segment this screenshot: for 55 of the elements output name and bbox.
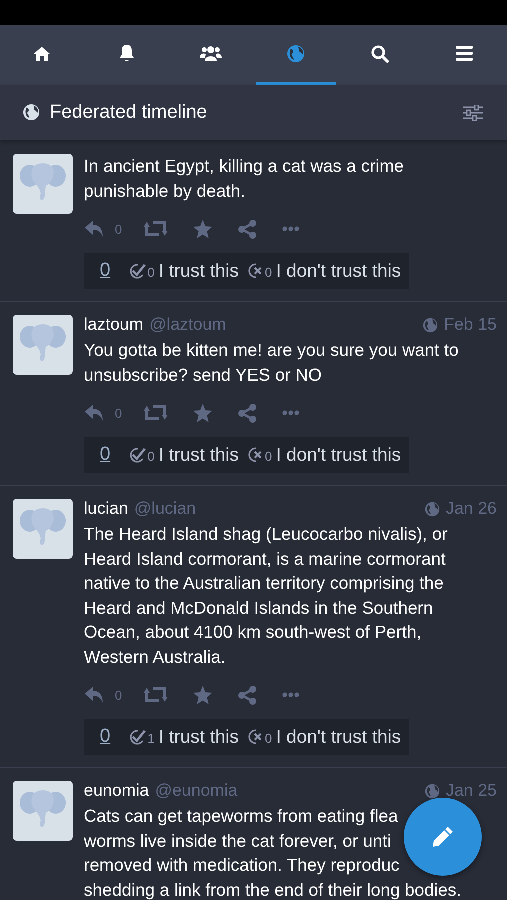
- status-text: Cats can get tapeworms from eating flea: [84, 805, 398, 828]
- globe-icon: [423, 318, 438, 332]
- status-text: The Heard Island shag (Leucocarbo nivalis), or Heard Island cormorant, is a marine cormorant native to the Australian territory comprising the Heard and McDonald Islands in the Southern Ocean, about 4100 km south-west of Perth, Western Australia.: [84, 523, 449, 668]
- trust-score-link[interactable]: 0: [100, 444, 111, 466]
- globe-icon: [424, 784, 440, 798]
- bell-icon: [118, 44, 136, 63]
- favourite-button[interactable]: [193, 220, 214, 238]
- favourite-button[interactable]: [193, 686, 214, 704]
- more-button[interactable]: [282, 692, 300, 698]
- users-icon: [200, 45, 222, 62]
- check-icon: [128, 263, 147, 279]
- more-button[interactable]: [282, 410, 300, 416]
- reply-count: 0: [115, 406, 122, 420]
- display-name[interactable]: eunomia: [84, 781, 150, 801]
- globe-icon: [23, 104, 40, 121]
- elephant-avatar-icon: [13, 499, 73, 559]
- status-text: shedding a link from the end of their long bodies.: [84, 878, 462, 900]
- globe-icon: [424, 502, 440, 516]
- status-text: removed with medication. They reproduc: [84, 854, 400, 877]
- check-icon: [128, 447, 147, 463]
- search-icon: [371, 44, 390, 62]
- cross-circle-icon: [247, 263, 264, 279]
- display-name[interactable]: laztoum: [84, 315, 144, 335]
- sliders-icon: [463, 104, 483, 120]
- status-text: In ancient Egypt, killing a cat was a crime punishable by death.: [84, 155, 406, 203]
- menu-icon: [456, 46, 474, 61]
- home-icon: [33, 46, 52, 62]
- cross-circle-icon: [247, 729, 264, 745]
- status-text: worms live inside the cat forever, or unti: [84, 830, 392, 852]
- check-icon: [128, 729, 147, 745]
- reply-count: 0: [115, 688, 122, 702]
- boost-button[interactable]: [144, 687, 168, 703]
- display-name[interactable]: lucian: [84, 499, 128, 519]
- share-button[interactable]: [238, 686, 258, 704]
- share-button[interactable]: [238, 220, 258, 238]
- reply-button[interactable]: [84, 220, 106, 238]
- trust-score-link[interactable]: 0: [100, 726, 111, 748]
- status-text: You gotta be kitten me! are you sure you want to unsubscribe? send YES or NO: [84, 339, 460, 386]
- settings-button[interactable]: [461, 102, 485, 122]
- boost-button[interactable]: [144, 221, 168, 237]
- cross-circle-icon: [247, 447, 264, 463]
- elephant-avatar-icon: [13, 154, 73, 214]
- reply-count: 0: [115, 222, 122, 236]
- globe-icon: [286, 44, 305, 62]
- column-title: Federated timeline: [50, 102, 208, 124]
- trust-score-link[interactable]: 0: [100, 260, 111, 282]
- more-button[interactable]: [282, 226, 300, 232]
- favourite-button[interactable]: [193, 404, 214, 422]
- elephant-avatar-icon: [13, 781, 73, 841]
- reply-button[interactable]: [84, 686, 106, 704]
- boost-button[interactable]: [144, 405, 168, 421]
- pencil-icon: [431, 825, 455, 849]
- reply-button[interactable]: [84, 404, 106, 422]
- elephant-avatar-icon: [13, 315, 73, 375]
- share-button[interactable]: [238, 404, 258, 422]
